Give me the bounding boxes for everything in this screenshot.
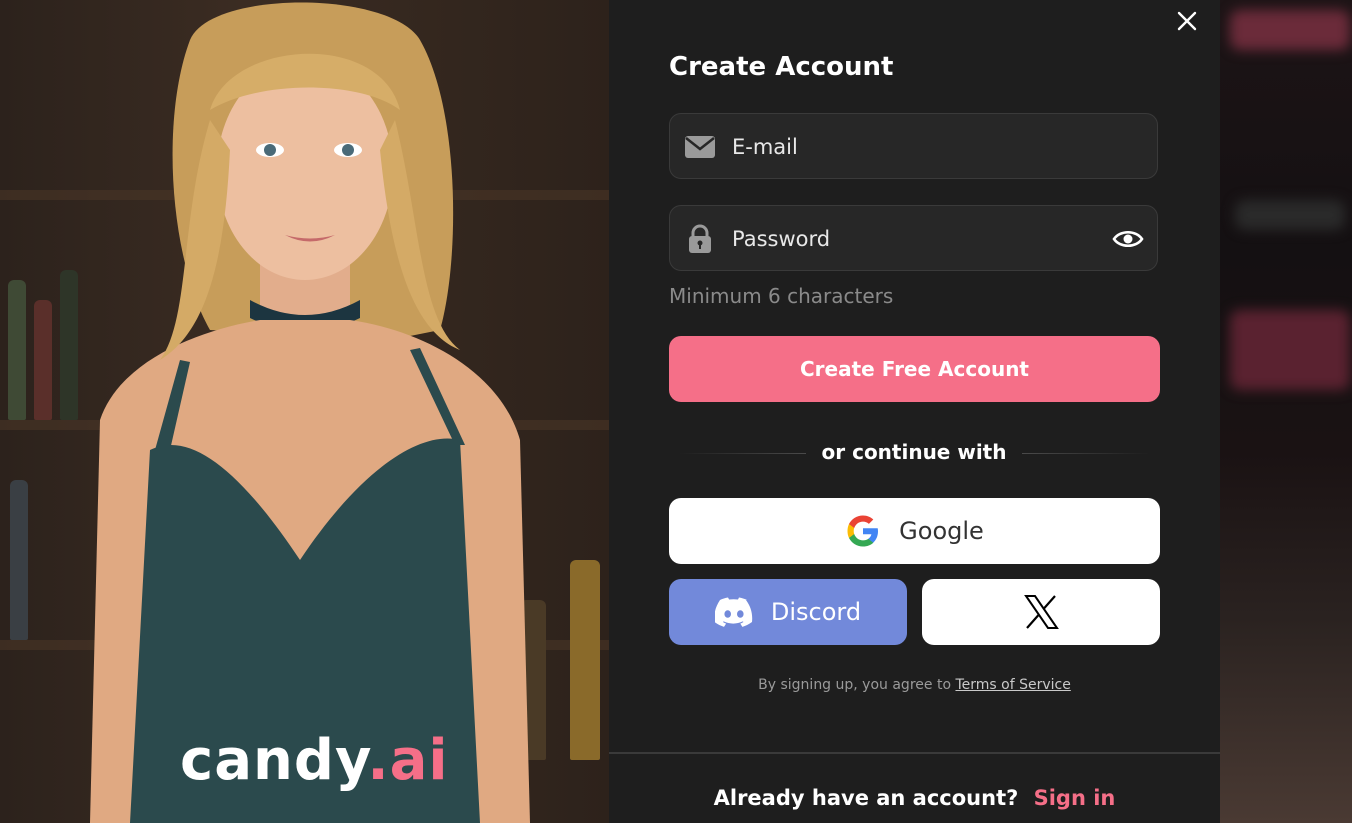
password-field[interactable] — [669, 205, 1158, 272]
bottle — [34, 300, 52, 420]
brand-logo: candy.ai — [180, 728, 449, 793]
lock-icon — [684, 224, 716, 254]
google-label: Google — [899, 517, 984, 545]
envelope-icon — [684, 132, 716, 162]
close-icon — [1177, 11, 1197, 31]
bottle — [8, 280, 26, 420]
x-logo-icon — [1024, 595, 1059, 629]
password-input[interactable] — [730, 206, 1114, 272]
x-signin-button[interactable] — [922, 579, 1160, 645]
discord-icon — [714, 597, 753, 627]
password-hint: Minimum 6 characters — [669, 284, 894, 308]
signin-link[interactable]: Sign in — [1034, 786, 1116, 810]
google-signin-button[interactable]: Google — [669, 498, 1160, 564]
divider-line-right — [1022, 453, 1150, 454]
signin-prompt: Already have an account? Sign in — [609, 786, 1220, 810]
woman-figure — [90, 2, 530, 823]
google-icon — [847, 515, 879, 547]
footer-separator — [609, 752, 1220, 754]
email-input[interactable] — [730, 114, 1114, 180]
show-password-toggle[interactable] — [1111, 224, 1145, 254]
bottle — [10, 480, 28, 640]
modal-title: Create Account — [669, 52, 894, 82]
terms-notice: By signing up, you agree to Terms of Ser… — [669, 677, 1160, 693]
close-button[interactable] — [1172, 6, 1202, 36]
blurred-card — [1230, 310, 1350, 390]
discord-signin-button[interactable]: Discord — [669, 579, 907, 645]
blurred-button — [1230, 10, 1350, 50]
terms-prefix: By signing up, you agree to — [758, 677, 952, 693]
create-account-button[interactable]: Create Free Account — [669, 336, 1160, 402]
email-field[interactable] — [669, 113, 1158, 180]
divider-text: or continue with — [821, 440, 1007, 464]
hero-image: candy.ai — [0, 0, 609, 823]
discord-label: Discord — [770, 598, 862, 626]
divider-line-left — [679, 453, 806, 454]
eye-icon — [1112, 230, 1144, 248]
bottle — [570, 560, 600, 760]
signin-prompt-text: Already have an account? — [713, 786, 1019, 810]
blurred-text — [1235, 200, 1345, 230]
background-page-blurred — [1220, 0, 1352, 823]
terms-of-service-link[interactable]: Terms of Service — [955, 677, 1070, 693]
